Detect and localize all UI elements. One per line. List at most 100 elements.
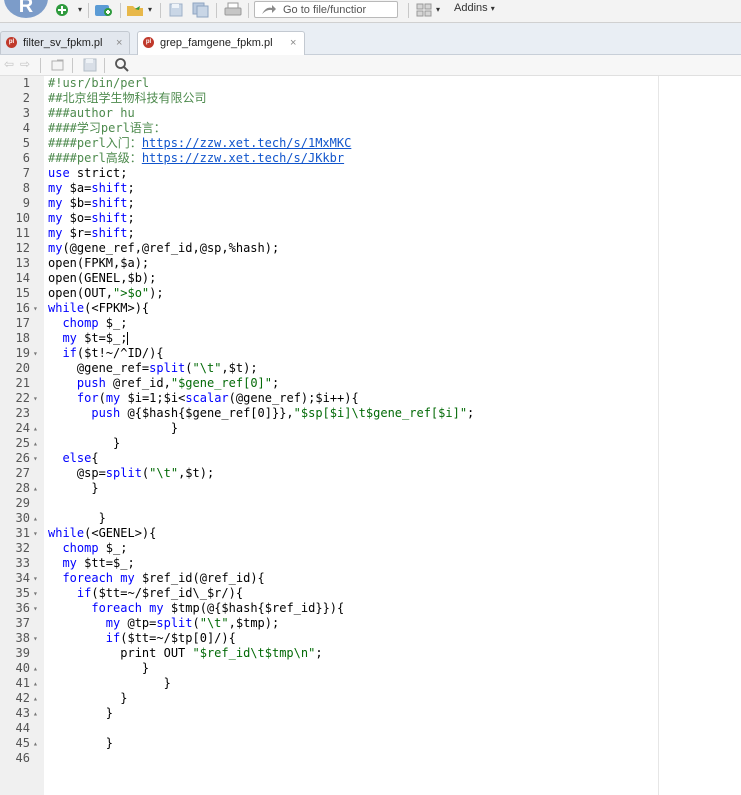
fold-open-icon[interactable]: ▾: [33, 631, 38, 646]
line-number: 23: [15, 406, 30, 420]
code-line[interactable]: 14 open(GENEL,$b);: [0, 271, 741, 286]
code-line[interactable]: 22 ▾ for(my $i=1;$i<scalar(@gene_ref);$i+…: [0, 391, 741, 406]
print-icon[interactable]: [224, 2, 242, 18]
code-line[interactable]: 40 ▴ }: [0, 661, 741, 676]
tab-filter-sv-fpkm[interactable]: pl filter_sv_fpkm.pl ×: [0, 31, 130, 54]
code-line[interactable]: 5 ####perl入门：https://zzw.xet.tech/s/1MxMK…: [0, 136, 741, 151]
code-line[interactable]: 30 ▴ }: [0, 511, 741, 526]
fold-open-icon[interactable]: ▾: [33, 391, 38, 406]
line-number: 19: [15, 346, 30, 360]
code-text: else{: [62, 451, 99, 465]
fold-close-icon[interactable]: ▴: [33, 421, 38, 436]
fold-close-icon[interactable]: ▴: [33, 706, 38, 721]
fold-open-icon[interactable]: ▾: [33, 586, 38, 601]
pane-layout-dropdown-icon[interactable]: ▾: [436, 2, 440, 18]
toolbar-divider: [40, 58, 41, 73]
code-line[interactable]: 20 @gene_ref=split("\t",$t);: [0, 361, 741, 376]
fold-close-icon[interactable]: ▴: [33, 661, 38, 676]
fold-close-icon[interactable]: ▴: [33, 481, 38, 496]
code-line[interactable]: 7 use strict;: [0, 166, 741, 181]
code-text: foreach my $ref_id(@ref_id){: [62, 571, 265, 585]
fold-close-icon[interactable]: ▴: [33, 676, 38, 691]
code-line[interactable]: 28 ▴ }: [0, 481, 741, 496]
code-line[interactable]: 12 my(@gene_ref,@ref_id,@sp,%hash);: [0, 241, 741, 256]
code-line[interactable]: 26 ▾ else{: [0, 451, 741, 466]
code-line[interactable]: 15 open(OUT,">$o");: [0, 286, 741, 301]
go-to-file-input[interactable]: Go to file/functior: [254, 1, 398, 18]
code-text: push @{$hash{$gene_ref[0]}},"$sp[$i]\t$g…: [91, 406, 475, 420]
toolbar-divider: [408, 3, 409, 18]
pane-layout-icon[interactable]: [416, 2, 432, 18]
show-in-window-icon[interactable]: [50, 57, 66, 73]
code-text: my $r=shift;: [48, 226, 135, 240]
code-line[interactable]: 24 ▴ }: [0, 421, 741, 436]
search-icon[interactable]: [114, 57, 130, 73]
open-folder-icon[interactable]: [126, 2, 146, 18]
code-line[interactable]: 42 ▴ }: [0, 691, 741, 706]
fold-open-icon[interactable]: ▾: [33, 526, 38, 541]
code-line[interactable]: 38 ▾ if($tt=~/$tp[0]/){: [0, 631, 741, 646]
code-line[interactable]: 44: [0, 721, 741, 736]
code-line[interactable]: 23 push @{$hash{$gene_ref[0]}},"$sp[$i]\…: [0, 406, 741, 421]
back-arrow-icon[interactable]: ⇦: [4, 57, 14, 71]
new-file-dropdown-icon[interactable]: ▾: [78, 2, 82, 18]
code-line[interactable]: 16 ▾ while(<FPKM>){: [0, 301, 741, 316]
code-line[interactable]: 43 ▴ }: [0, 706, 741, 721]
code-text: open(OUT,">$o");: [48, 286, 164, 300]
line-number: 46: [15, 751, 30, 765]
code-line[interactable]: 25 ▴ }: [0, 436, 741, 451]
code-line[interactable]: 41 ▴ }: [0, 676, 741, 691]
code-editor[interactable]: 1 #!usr/bin/perl 2 ##北京组学生物科技有限公司 3 ###author…: [0, 76, 741, 766]
close-tab-icon[interactable]: ×: [116, 33, 122, 53]
code-line[interactable]: 39 print OUT "$ref_id\t$tmp\n";: [0, 646, 741, 661]
code-line[interactable]: 6 ####perl高级：https://zzw.xet.tech/s/JKkbr: [0, 151, 741, 166]
forward-arrow-icon[interactable]: ⇨: [20, 57, 30, 71]
fold-open-icon[interactable]: ▾: [33, 451, 38, 466]
fold-open-icon[interactable]: ▾: [33, 346, 38, 361]
code-line[interactable]: 2 ##北京组学生物科技有限公司: [0, 91, 741, 106]
code-line[interactable]: 18 my $t=$_;: [0, 331, 741, 346]
code-line[interactable]: 35 ▾ if($tt=~/$ref_id\_$r/){: [0, 586, 741, 601]
code-line[interactable]: 46: [0, 751, 741, 766]
addins-menu[interactable]: Addins ▾: [454, 2, 495, 14]
code-line[interactable]: 45 ▴ }: [0, 736, 741, 751]
open-dropdown-icon[interactable]: ▾: [148, 2, 152, 18]
code-line[interactable]: 27 @sp=split("\t",$t);: [0, 466, 741, 481]
code-line[interactable]: 31 ▾ while(<GENEL>){: [0, 526, 741, 541]
save-file-icon[interactable]: [82, 57, 98, 73]
close-tab-icon[interactable]: ×: [290, 33, 296, 53]
fold-open-icon[interactable]: ▾: [33, 601, 38, 616]
fold-open-icon[interactable]: ▾: [33, 301, 38, 316]
new-file-icon[interactable]: [54, 2, 70, 18]
toolbar-divider: [104, 58, 105, 73]
fold-close-icon[interactable]: ▴: [33, 436, 38, 451]
editor-toolbar: ⇦ ⇨: [0, 55, 741, 76]
fold-open-icon[interactable]: ▾: [33, 571, 38, 586]
code-text: }: [48, 661, 150, 675]
code-line[interactable]: 19 ▾ if($t!~/^ID/){: [0, 346, 741, 361]
save-all-icon[interactable]: [192, 2, 210, 18]
code-line[interactable]: 37 my @tp=split("\t",$tmp);: [0, 616, 741, 631]
code-line[interactable]: 4 ####学习perl语言：: [0, 121, 741, 136]
fold-close-icon[interactable]: ▴: [33, 511, 38, 526]
code-line[interactable]: 1 #!usr/bin/perl: [0, 76, 741, 91]
code-line[interactable]: 32 chomp $_;: [0, 541, 741, 556]
code-line[interactable]: 17 chomp $_;: [0, 316, 741, 331]
code-line[interactable]: 13 open(FPKM,$a);: [0, 256, 741, 271]
code-line[interactable]: 11 my $r=shift;: [0, 226, 741, 241]
code-line[interactable]: 29: [0, 496, 741, 511]
line-number: 11: [15, 226, 30, 240]
tab-grep-famgene-fpkm[interactable]: pl grep_famgene_fpkm.pl ×: [137, 31, 305, 55]
code-line[interactable]: 10 my $o=shift;: [0, 211, 741, 226]
code-line[interactable]: 34 ▾ foreach my $ref_id(@ref_id){: [0, 571, 741, 586]
code-line[interactable]: 21 push @ref_id,"$gene_ref[0]";: [0, 376, 741, 391]
fold-close-icon[interactable]: ▴: [33, 736, 38, 751]
code-line[interactable]: 9 my $b=shift;: [0, 196, 741, 211]
code-line[interactable]: 3 ###author hu: [0, 106, 741, 121]
code-line[interactable]: 36 ▾ foreach my $tmp(@{$hash{$ref_id}}){: [0, 601, 741, 616]
new-project-icon[interactable]: [94, 2, 114, 18]
code-line[interactable]: 8 my $a=shift;: [0, 181, 741, 196]
save-icon[interactable]: [168, 2, 184, 18]
code-line[interactable]: 33 my $tt=$_;: [0, 556, 741, 571]
fold-close-icon[interactable]: ▴: [33, 691, 38, 706]
